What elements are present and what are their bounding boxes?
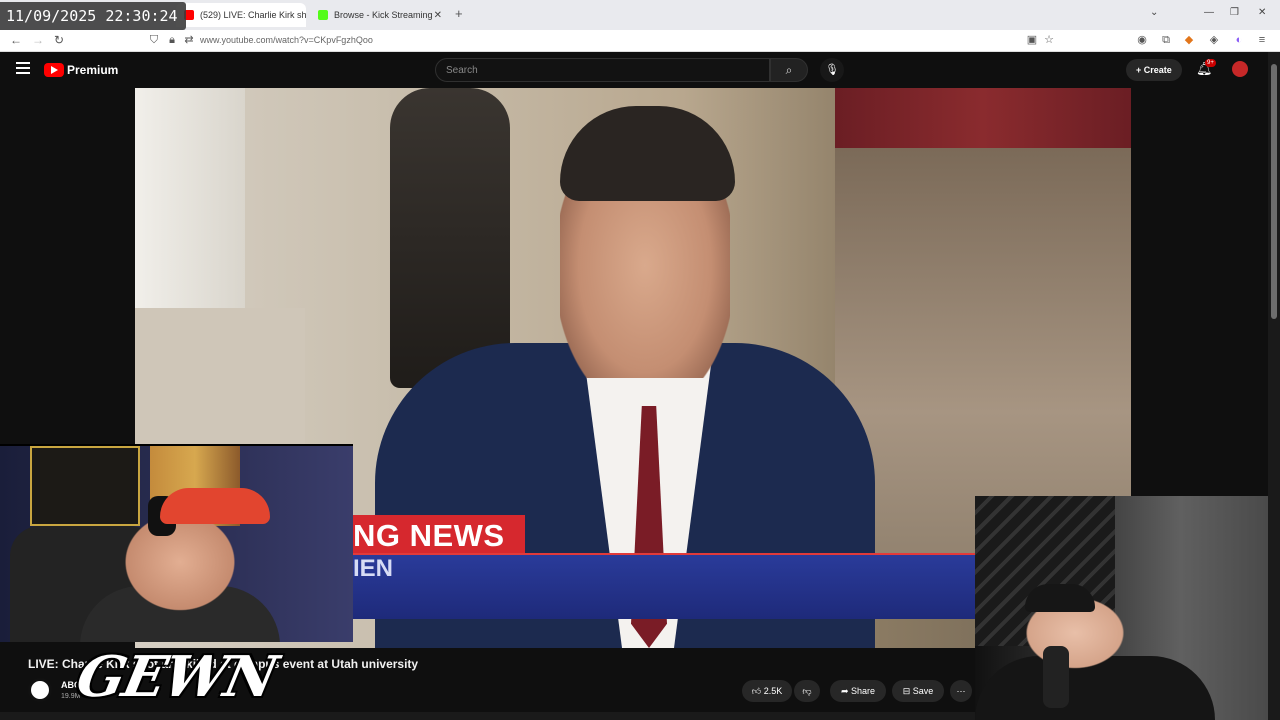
bookmark-icon: ⊟ — [902, 686, 911, 696]
page-scrollbar[interactable] — [1268, 52, 1280, 720]
picture-icon[interactable]: ▣ — [1026, 34, 1038, 46]
like-count: 2.5K — [763, 686, 783, 696]
anchor-hair — [560, 106, 735, 201]
create-button[interactable]: + Create — [1126, 59, 1182, 81]
window-close-icon[interactable]: ✕ — [1258, 7, 1266, 18]
thumbs-down-icon: 👎︎ — [802, 686, 812, 696]
scene-bronze-statue — [390, 88, 510, 388]
scene-white-statue — [135, 88, 245, 318]
channel-avatar[interactable] — [28, 678, 52, 702]
hamburger-menu-icon[interactable] — [16, 62, 30, 74]
app-menu-icon[interactable]: ≡ — [1256, 34, 1268, 46]
notification-badge: 9+ — [1205, 59, 1216, 67]
logo-text: Premium — [67, 63, 119, 77]
tab-youtube[interactable]: (529) LIVE: Charlie Kirk shot and ✕ — [176, 3, 306, 27]
forward-icon[interactable]: → — [32, 33, 44, 47]
youtube-logo[interactable]: Premium — [44, 63, 118, 77]
tab-label: Browse - Kick Streaming — [334, 10, 433, 20]
red-cap — [160, 488, 270, 524]
youtube-header: Premium Search ⌕ 🎙︎ + Create 🔔︎ 9+ — [0, 52, 1268, 88]
back-icon[interactable]: ← — [10, 33, 22, 47]
webcam-right — [975, 496, 1268, 720]
tab-label: (529) LIVE: Charlie Kirk shot and — [200, 10, 306, 20]
watermark-logo: GEWN — [70, 644, 282, 710]
permissions-icon[interactable]: ⇄ — [183, 34, 195, 46]
account-icon[interactable]: ◉ — [1136, 34, 1148, 46]
bottom-strip — [0, 712, 975, 720]
guest-cap — [1025, 584, 1095, 612]
new-tab-icon[interactable]: + — [455, 6, 463, 21]
scene-curtain — [835, 88, 1131, 148]
banner-top-text: NG NEWS — [353, 518, 505, 553]
url-field[interactable]: www.youtube.com/watch?v=CKpvFgzhQoo — [200, 35, 373, 45]
scrollbar-thumb[interactable] — [1271, 64, 1277, 319]
shield-extension-icon[interactable]: ◈ — [1208, 34, 1220, 46]
more-icon: ⋯ — [956, 686, 966, 696]
bookmark-star-icon[interactable]: ☆ — [1043, 34, 1055, 46]
lock-icon[interactable]: 🔒︎ — [166, 34, 178, 46]
more-actions-button[interactable]: ⋯ — [950, 680, 972, 702]
shield-icon[interactable]: ⛉ — [148, 34, 160, 46]
save-label: Save — [912, 686, 934, 696]
banner-bottom-text: IEN — [353, 555, 394, 582]
metamask-icon[interactable]: ◆ — [1183, 34, 1195, 46]
webcam-left — [0, 444, 353, 642]
breaking-news-banner: NG NEWS — [353, 515, 525, 553]
maximize-icon[interactable]: ❐ — [1230, 7, 1239, 18]
share-icon: ➦ — [840, 686, 849, 696]
like-button[interactable]: 👍︎ 2.5K — [742, 680, 792, 702]
create-label: Create — [1143, 65, 1172, 75]
minimize-icon[interactable]: — — [1204, 7, 1214, 18]
search-icon[interactable]: ⌕ — [770, 58, 808, 82]
tab-list-chevron-icon[interactable]: ⌄ — [1150, 7, 1158, 18]
youtube-play-icon — [44, 63, 64, 77]
ai-extension-icon[interactable]: ◐ — [1233, 34, 1245, 46]
dislike-button[interactable]: 👎︎ — [794, 680, 820, 702]
microphone-icon[interactable]: 🎙︎ — [820, 58, 844, 82]
streamer-face — [85, 506, 275, 642]
save-button[interactable]: ⊟ Save — [892, 680, 944, 702]
address-bar: ← → ↻ ⛉ 🔒︎ ⇄ www.youtube.com/watch?v=CKp… — [0, 30, 1280, 52]
close-icon[interactable]: ✕ — [434, 10, 442, 21]
share-label: Share — [851, 686, 876, 696]
extensions-icon[interactable]: ⧉ — [1160, 34, 1172, 46]
thumbs-up-icon: 👍︎ — [751, 686, 762, 696]
guest-microphone — [1043, 646, 1069, 708]
lower-third: IEN — [353, 553, 975, 619]
timestamp-overlay: 11/09/2025 22:30:24 — [0, 2, 186, 30]
search-input[interactable]: Search — [435, 58, 770, 82]
share-button[interactable]: ➦ Share — [830, 680, 886, 702]
tab-kick[interactable]: Browse - Kick Streaming ✕ — [310, 3, 450, 27]
kick-favicon-icon — [318, 10, 328, 20]
browser-tabstrip: (529) LIVE: Charlie Kirk shot and ✕ Brow… — [0, 0, 1280, 30]
reload-icon[interactable]: ↻ — [54, 33, 64, 47]
avatar[interactable] — [1232, 61, 1248, 77]
